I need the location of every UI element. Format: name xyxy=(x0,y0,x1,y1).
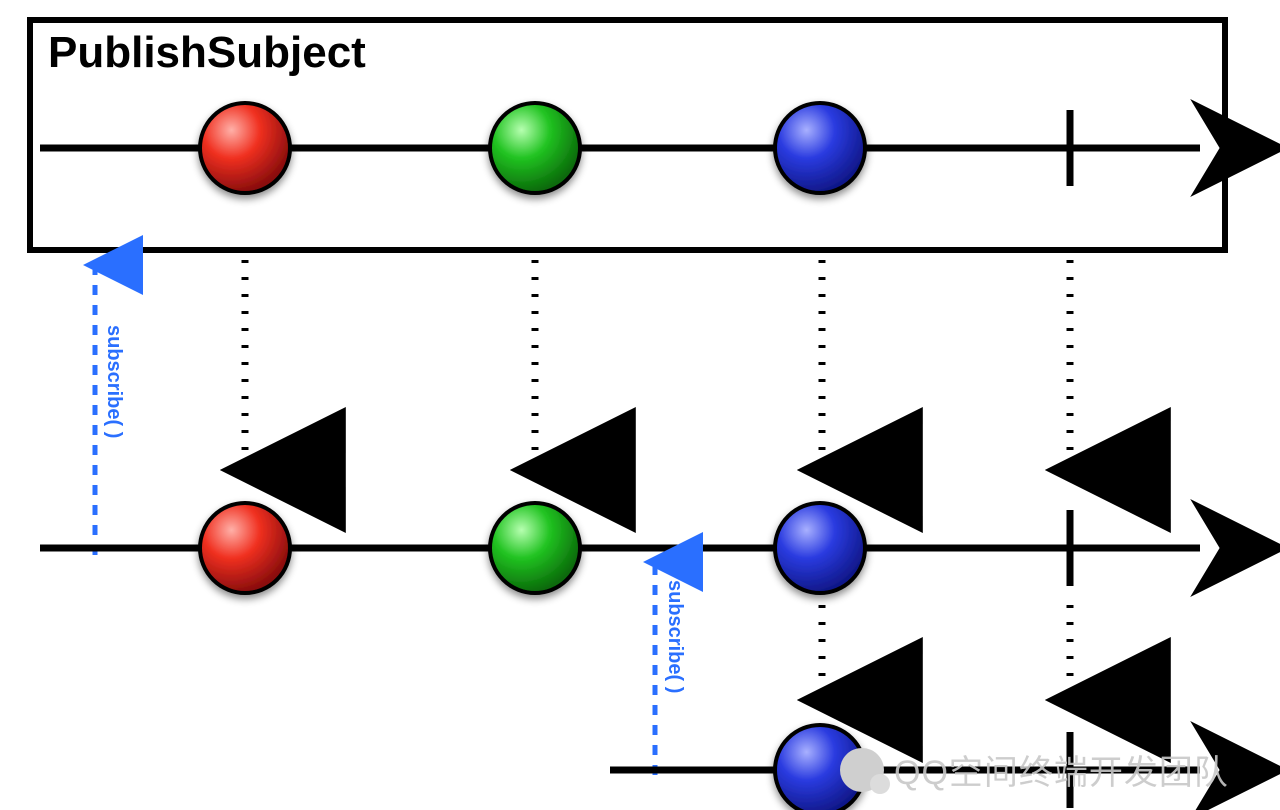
marble-red-obs1 xyxy=(200,503,290,593)
marble-blue-source xyxy=(775,103,865,193)
subscribe-label-2: subscribe( ) xyxy=(663,580,686,693)
diagram-svg xyxy=(0,0,1280,810)
subscribe-label-1: subscribe( ) xyxy=(102,325,125,438)
marble-blue-obs1 xyxy=(775,503,865,593)
diagram-canvas: { "title": "PublishSubject", "subscribe_… xyxy=(0,0,1280,810)
wechat-icon xyxy=(840,748,884,792)
marble-red-source xyxy=(200,103,290,193)
diagram-title: PublishSubject xyxy=(48,28,366,78)
watermark-text: QQ空间终端开发团队 xyxy=(894,745,1229,794)
marble-green-obs1 xyxy=(490,503,580,593)
marble-green-source xyxy=(490,103,580,193)
watermark: QQ空间终端开发团队 xyxy=(840,745,1229,794)
